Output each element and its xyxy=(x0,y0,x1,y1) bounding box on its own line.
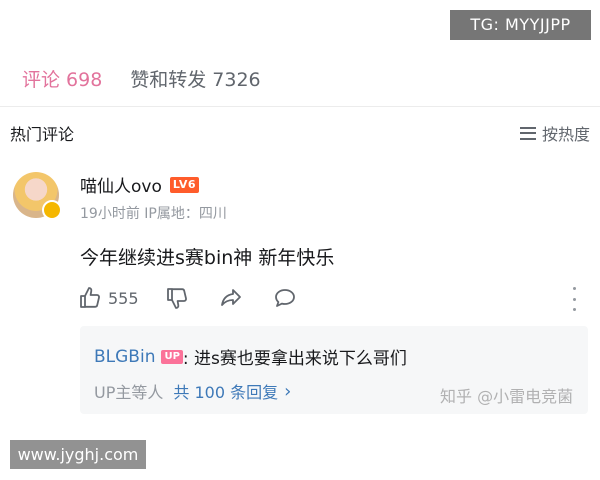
tabs-divider xyxy=(0,106,600,107)
sort-by-heat-button[interactable]: 按热度 xyxy=(519,121,590,145)
sort-button-label: 按热度 xyxy=(541,125,590,144)
chevron-right-icon: › xyxy=(284,380,292,402)
tab-comments[interactable]: 评论 698 xyxy=(22,65,102,92)
watermark-site: www.jyghj.com xyxy=(10,440,146,469)
reply-button[interactable] xyxy=(273,286,297,310)
comment-actions: 555 xyxy=(78,284,297,312)
thumbs-down-icon xyxy=(166,288,187,309)
up-label: UP主等人 xyxy=(94,383,164,402)
reply-bubble-icon xyxy=(274,289,295,307)
watermark-zhihu: 知乎 @小雷电竞菌 xyxy=(440,387,574,406)
reply-footer: UP主等人 共 100 条回复 › xyxy=(94,379,291,403)
menu-lines-icon xyxy=(519,126,536,140)
like-count: 555 xyxy=(108,288,139,308)
up-badge: UP xyxy=(161,349,183,364)
thumbs-up-icon xyxy=(80,287,100,308)
comment-meta: 19小时前 IP属地：四川 xyxy=(80,206,227,222)
avatar-badge-icon xyxy=(42,200,62,220)
tab-comments-label: 评论 xyxy=(22,68,61,91)
comment-text: 今年继续进s赛bin神 新年快乐 xyxy=(80,247,335,269)
reply-line: BLGBin UP : 进s赛也要拿出来说下么哥们 xyxy=(94,344,407,370)
dislike-button[interactable] xyxy=(165,286,189,310)
hot-comments-title: 热门评论 xyxy=(10,125,75,144)
watermark-tg: TG: MYYJJPP xyxy=(450,10,591,40)
reply-text: : 进s赛也要拿出来说下么哥们 xyxy=(182,349,407,369)
reply-username[interactable]: BLGBin xyxy=(94,347,155,367)
comment-username[interactable]: 喵仙人ovo xyxy=(80,172,162,197)
more-vertical-icon[interactable] xyxy=(567,287,581,311)
tab-comments-count: 698 xyxy=(66,68,103,91)
share-icon xyxy=(220,289,241,306)
level-badge: LV6 xyxy=(169,176,200,193)
view-all-replies-link[interactable]: 共 100 条回复 xyxy=(173,379,278,403)
share-button[interactable] xyxy=(219,286,243,310)
comment-page: TG: MYYJJPP www.jyghj.com 评论 698 赞和转发 7326… xyxy=(0,0,600,480)
tab-likes-reposts-label: 赞和转发 xyxy=(130,68,207,91)
tab-likes-reposts-count: 7326 xyxy=(212,68,261,91)
comment-header: 喵仙人ovo LV6 xyxy=(80,172,200,197)
tab-likes-reposts[interactable]: 赞和转发 7326 xyxy=(130,65,260,92)
sort-row: 热门评论 按热度 xyxy=(10,120,590,146)
comment-tabs: 评论 698 赞和转发 7326 xyxy=(22,60,261,96)
avatar[interactable] xyxy=(13,172,62,220)
like-button[interactable]: 555 xyxy=(78,286,165,310)
